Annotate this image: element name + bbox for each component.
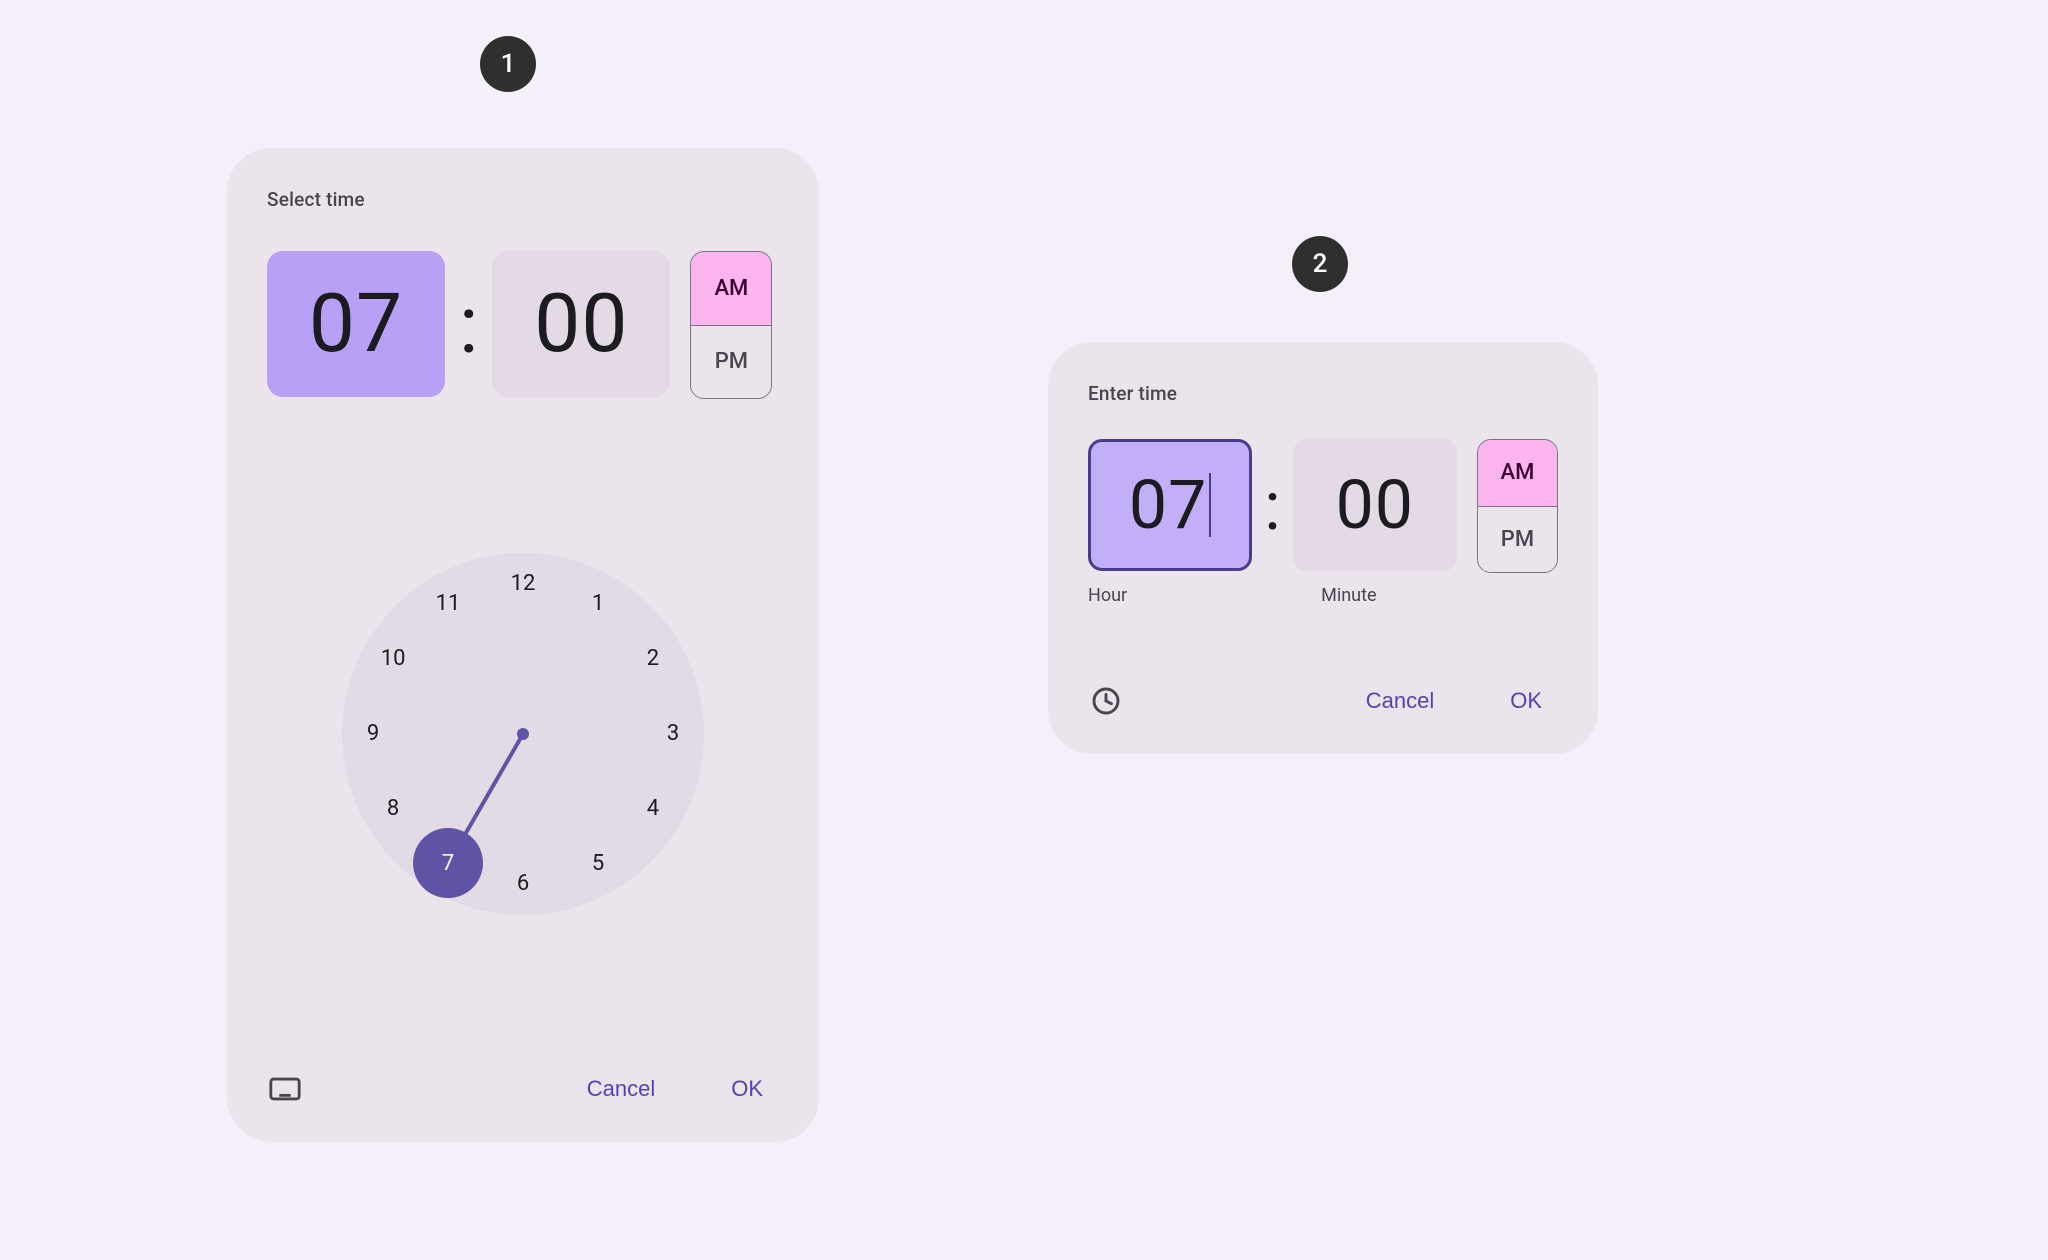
cancel-button[interactable]: Cancel: [1350, 680, 1450, 722]
clock-center: [517, 728, 529, 740]
input-time-row: 07 : 00 AM PM: [1088, 439, 1558, 573]
time-colon: :: [1254, 439, 1290, 573]
hour-field[interactable]: 07: [1088, 439, 1252, 571]
clock-number-3[interactable]: 3: [653, 714, 693, 754]
meridiem-toggle: AM PM: [1477, 439, 1558, 573]
clock-icon[interactable]: [1088, 683, 1124, 719]
minute-sublabel: Minute: [1321, 585, 1376, 606]
hour-display[interactable]: 07: [267, 251, 445, 397]
am-toggle[interactable]: AM: [691, 252, 771, 325]
callout-badge-1: 1: [480, 36, 536, 92]
input-actions: Cancel OK: [1350, 680, 1558, 722]
time-picker-input: Enter time 07 : 00 AM PM Hour Minute Can…: [1048, 342, 1598, 754]
minute-field-value: 00: [1336, 465, 1414, 545]
pm-toggle[interactable]: PM: [1478, 506, 1557, 573]
am-toggle[interactable]: AM: [1478, 440, 1557, 506]
pm-toggle[interactable]: PM: [691, 325, 771, 399]
clock-number-1[interactable]: 1: [578, 584, 618, 624]
clock-wrap: 12 12 3 456 8 9 10 11 7: [267, 399, 779, 1068]
minute-display[interactable]: 00: [492, 251, 670, 397]
minute-field[interactable]: 00: [1293, 439, 1457, 571]
clock-number-5[interactable]: 5: [578, 843, 618, 883]
clock-number-6[interactable]: 6: [503, 864, 543, 904]
dial-title: Select time: [267, 188, 779, 211]
clock-number-8[interactable]: 8: [373, 789, 413, 829]
clock-number-12[interactable]: 12: [503, 564, 543, 604]
clock-number-2[interactable]: 2: [633, 639, 673, 679]
text-caret: [1209, 473, 1211, 537]
input-footer: Cancel OK: [1088, 680, 1558, 722]
clock-number-11[interactable]: 11: [428, 584, 468, 624]
hour-field-value: 07: [1129, 465, 1207, 545]
field-sublabels: Hour Minute: [1088, 585, 1558, 606]
dial-time-row: 07 : 00 AM PM: [267, 251, 779, 399]
clock-number-9[interactable]: 9: [353, 714, 393, 754]
clock-number-10[interactable]: 10: [373, 639, 413, 679]
ok-button[interactable]: OK: [715, 1068, 779, 1110]
clock-selection-thumb[interactable]: 7: [413, 828, 483, 898]
clock-dial[interactable]: 12 12 3 456 8 9 10 11 7: [342, 553, 704, 915]
hour-sublabel: Hour: [1088, 585, 1127, 606]
dial-footer: Cancel OK: [267, 1068, 779, 1110]
meridiem-toggle: AM PM: [690, 251, 772, 399]
keyboard-icon[interactable]: [267, 1071, 303, 1107]
time-picker-dial: Select time 07 : 00 AM PM 12 12 3 456 8 9 10 11…: [227, 148, 819, 1142]
time-colon: :: [447, 251, 490, 399]
callout-badge-2: 2: [1292, 236, 1348, 292]
clock-number-4[interactable]: 4: [633, 789, 673, 829]
ok-button[interactable]: OK: [1494, 680, 1558, 722]
input-title: Enter time: [1088, 382, 1558, 405]
dial-actions: Cancel OK: [571, 1068, 779, 1110]
cancel-button[interactable]: Cancel: [571, 1068, 671, 1110]
